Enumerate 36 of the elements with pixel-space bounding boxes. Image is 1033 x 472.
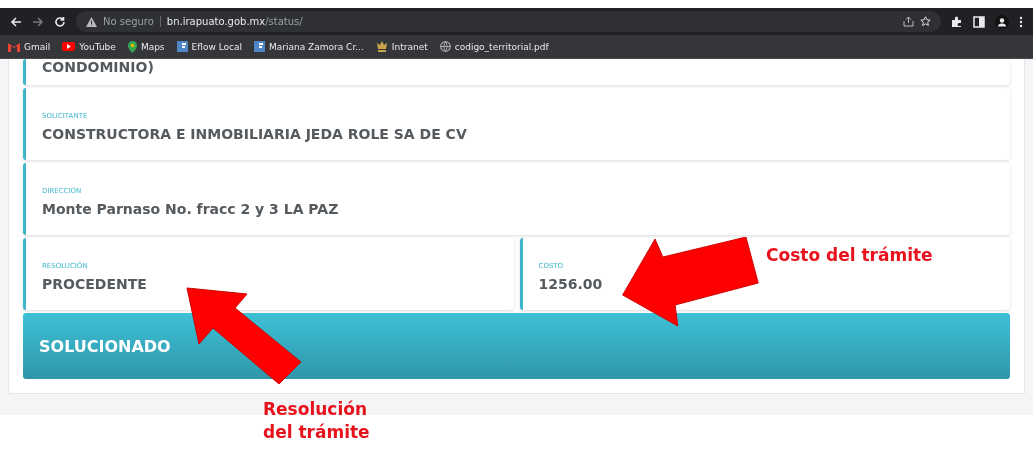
document-icon bbox=[254, 41, 265, 52]
avatar-icon[interactable] bbox=[995, 14, 1009, 29]
field-value: CONSTRUCTORA E INMOBILIARIA JEDA ROLE SA DE CV bbox=[42, 126, 468, 142]
bookmark[interactable]: Gmail bbox=[8, 41, 51, 52]
status-banner: SOLUCIONADO bbox=[23, 313, 1010, 379]
annotation-text: Costo del trámite bbox=[766, 244, 933, 267]
bookmark[interactable]: Intranet bbox=[375, 41, 428, 52]
url-text: bn.irapuato.gob.mx/status/ bbox=[166, 16, 303, 27]
crest-icon bbox=[375, 41, 388, 52]
bookmark[interactable]: YouTube bbox=[62, 41, 116, 52]
map-pin-icon bbox=[127, 40, 137, 53]
puzzle-icon[interactable] bbox=[951, 15, 963, 28]
bookmark[interactable]: Mariana Zamora Cr... bbox=[254, 41, 364, 52]
reload-icon[interactable] bbox=[54, 15, 66, 28]
address-bar[interactable]: No seguro bn.irapuato.gob.mx/status/ bbox=[76, 11, 941, 32]
bookmark[interactable]: codigo_territorial.pdf bbox=[439, 41, 549, 52]
star-icon[interactable] bbox=[920, 16, 931, 27]
sidebar-icon[interactable] bbox=[973, 15, 985, 28]
mail-icon bbox=[8, 41, 20, 52]
forward-icon[interactable] bbox=[32, 15, 44, 28]
back-icon[interactable] bbox=[10, 15, 22, 28]
globe-icon bbox=[439, 41, 451, 52]
bookmark[interactable]: Eflow Local bbox=[176, 41, 242, 52]
warning-icon bbox=[86, 16, 97, 27]
security-label: No seguro bbox=[103, 16, 154, 27]
field-value: CONDOMINIO) bbox=[42, 59, 155, 75]
field-value: 1256.00 bbox=[538, 276, 604, 292]
document-icon bbox=[176, 41, 188, 52]
field-value: Monte Parnaso No. fracc 2 y 3 LA PAZ bbox=[42, 201, 340, 217]
field-value: PROCEDENTE bbox=[42, 276, 148, 292]
arrow-icon bbox=[620, 237, 760, 327]
annotation-text: Resolución del trámite bbox=[263, 398, 370, 444]
bookmark[interactable]: Maps bbox=[127, 40, 165, 53]
play-icon bbox=[62, 42, 76, 51]
share-icon[interactable] bbox=[903, 16, 914, 27]
menu-icon[interactable] bbox=[1019, 15, 1023, 28]
